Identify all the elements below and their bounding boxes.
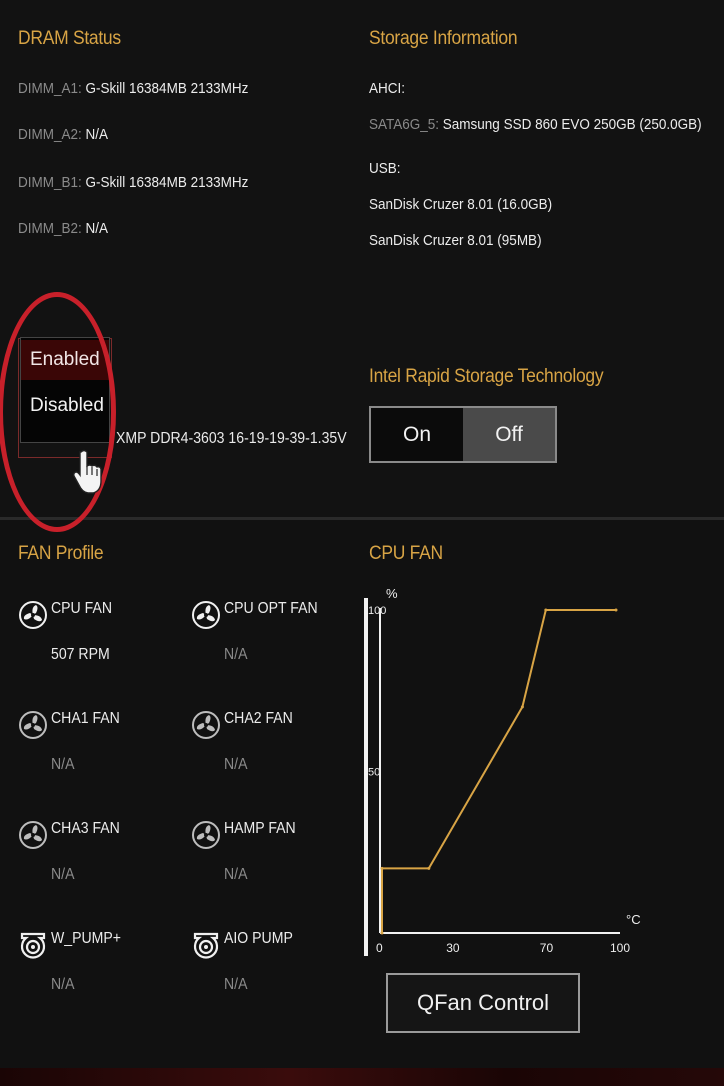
fan-aio-pump[interactable]: AIO PUMP N/A — [191, 930, 351, 1010]
fan-speed: N/A — [224, 866, 248, 883]
dimm-a1-row: DIMM_A1: G-Skill 16384MB 2133MHz — [18, 80, 248, 97]
fan-icon — [192, 711, 220, 739]
fan-hamp[interactable]: HAMP FAN N/A — [191, 820, 351, 900]
fan-speed: N/A — [51, 976, 75, 993]
fan-speed: N/A — [51, 866, 75, 883]
fan-name: AIO PUMP — [224, 930, 293, 947]
usb-device-1: SanDisk Cruzer 8.01 (16.0GB) — [369, 196, 553, 213]
dimm-b1-value: G-Skill 16384MB 2133MHz — [85, 174, 249, 191]
ahci-device-name: Samsung SSD 860 EVO 250GB (250.0GB) — [442, 116, 702, 133]
fan-name: CHA3 FAN — [51, 820, 120, 837]
bottom-decoration — [0, 1068, 724, 1086]
pump-icon — [20, 932, 46, 959]
cpu-fan-chart-title: CPU FAN — [369, 543, 443, 564]
fan-cha1[interactable]: CHA1 FAN N/A — [18, 710, 178, 790]
fan-icon — [192, 821, 220, 849]
fan-icon — [192, 601, 220, 629]
fan-speed: N/A — [51, 756, 75, 773]
hand-cursor-icon — [73, 449, 102, 494]
dimm-b1-row: DIMM_B1: G-Skill 16384MB 2133MHz — [18, 174, 248, 191]
dimm-a1-value: G-Skill 16384MB 2133MHz — [85, 80, 249, 97]
rst-title: Intel Rapid Storage Technology — [369, 366, 604, 387]
fan-w-pump[interactable]: W_PUMP+ N/A — [18, 930, 178, 1010]
fan-curve-line — [381, 609, 616, 933]
rst-off-option[interactable]: Off — [463, 408, 555, 461]
rst-on-option[interactable]: On — [371, 408, 463, 461]
dimm-b2-label: DIMM_B2: — [18, 220, 82, 237]
x-tick-label: 100 — [610, 941, 630, 955]
y-tick-label: 50 — [368, 767, 380, 779]
dimm-b2-value: N/A — [85, 220, 109, 237]
fan-name: CHA1 FAN — [51, 710, 120, 727]
usb-device-2: SanDisk Cruzer 8.01 (95MB) — [369, 232, 542, 249]
xmp-profile-text: XMP DDR4-3603 16-19-19-39-1.35V — [116, 430, 347, 447]
fan-curve-point[interactable] — [380, 866, 384, 870]
fan-icon — [19, 711, 47, 739]
qfan-control-button[interactable]: QFan Control — [386, 973, 580, 1033]
dimm-b1-label: DIMM_B1: — [18, 174, 82, 191]
dimm-b2-row: DIMM_B2: N/A — [18, 220, 108, 237]
fan-name: CPU OPT FAN — [224, 600, 318, 617]
usb-label: USB: — [369, 160, 401, 177]
fan-curve-point[interactable] — [520, 705, 524, 709]
x-axis-unit: °C — [626, 912, 641, 927]
fan-curve-point[interactable] — [380, 931, 384, 935]
fan-curve-point[interactable] — [544, 608, 548, 612]
highlight-circle — [0, 292, 116, 532]
ahci-label: AHCI: — [369, 80, 406, 97]
fan-icon — [19, 601, 47, 629]
fan-cha2[interactable]: CHA2 FAN N/A — [191, 710, 351, 790]
y-tick-label: 100 — [368, 605, 386, 617]
fan-curve-point[interactable] — [614, 608, 618, 612]
pump-icon — [193, 932, 219, 959]
fan-speed: N/A — [224, 756, 248, 773]
fan-profile-title: FAN Profile — [18, 543, 104, 564]
fan-name: CHA2 FAN — [224, 710, 293, 727]
fan-name: W_PUMP+ — [51, 930, 122, 947]
x-tick-label: 0 — [376, 941, 383, 955]
x-tick-label: 70 — [540, 941, 554, 955]
fan-name: HAMP FAN — [224, 820, 296, 837]
fan-cpu[interactable]: CPU FAN 507 RPM — [18, 600, 178, 680]
fan-cha3[interactable]: CHA3 FAN N/A — [18, 820, 178, 900]
fan-speed: N/A — [224, 976, 248, 993]
fan-icon — [19, 821, 47, 849]
dimm-a2-label: DIMM_A2: — [18, 126, 82, 143]
rst-toggle[interactable]: On Off — [369, 406, 557, 463]
storage-title: Storage Information — [369, 28, 518, 49]
fan-speed: N/A — [224, 646, 248, 663]
dimm-a1-label: DIMM_A1: — [18, 80, 82, 97]
cpu-fan-curve-chart[interactable]: % °C 0 30 70 100 50 100 — [360, 578, 660, 958]
ahci-device-row: SATA6G_5: Samsung SSD 860 EVO 250GB (250… — [369, 116, 702, 133]
dram-status-title: DRAM Status — [18, 28, 121, 49]
x-tick-label: 30 — [446, 941, 460, 955]
dimm-a2-row: DIMM_A2: N/A — [18, 126, 108, 143]
fan-curve-point[interactable] — [427, 866, 431, 870]
fan-cpu-opt[interactable]: CPU OPT FAN N/A — [191, 600, 351, 680]
fan-name: CPU FAN — [51, 600, 113, 617]
dimm-a2-value: N/A — [85, 126, 109, 143]
fan-speed: 507 RPM — [51, 646, 110, 663]
y-axis-unit: % — [386, 586, 398, 601]
ahci-port-label: SATA6G_5: — [369, 116, 440, 133]
